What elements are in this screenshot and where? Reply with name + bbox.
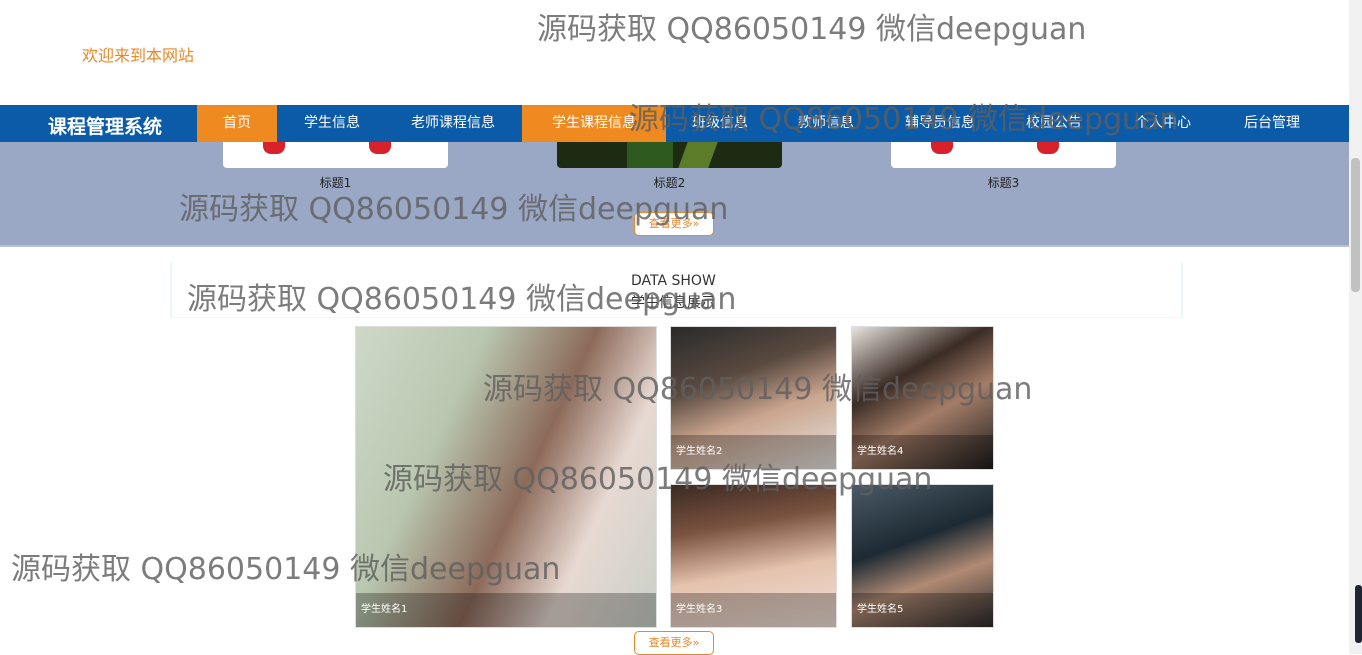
nav-item-teacher-courses[interactable]: 老师课程信息 xyxy=(399,105,507,142)
card-image-decoration xyxy=(627,142,673,168)
welcome-text: 欢迎来到本网站 xyxy=(82,46,195,65)
nav-item-students[interactable]: 学生信息 xyxy=(288,105,376,142)
floating-widget[interactable] xyxy=(1355,585,1362,643)
section-title-cn: 学生信息展示 xyxy=(631,295,715,311)
student-name: 学生姓名5 xyxy=(852,593,993,627)
nav-item-classes[interactable]: 班级信息 xyxy=(680,105,760,142)
student-name: 学生姓名1 xyxy=(356,593,656,627)
section-title-en: DATA SHOW xyxy=(631,273,716,289)
news-section: 标题1 标题2 标题3 查看更多» xyxy=(0,142,1349,247)
student-name: 学生姓名3 xyxy=(671,593,836,627)
nav-item-admin[interactable]: 后台管理 xyxy=(1232,105,1312,142)
nav-item-teachers[interactable]: 教师信息 xyxy=(786,105,866,142)
news-card-2[interactable] xyxy=(557,142,782,168)
student-name: 学生姓名4 xyxy=(852,435,993,469)
news-card-1[interactable] xyxy=(223,142,448,168)
card-image-decoration xyxy=(263,142,285,154)
news-card-title: 标题1 xyxy=(319,176,352,190)
card-image-decoration xyxy=(369,142,391,154)
news-card-3[interactable] xyxy=(891,142,1116,168)
site-brand: 课程管理系统 xyxy=(48,116,163,138)
students-more-button[interactable]: 查看更多» xyxy=(634,631,714,655)
top-header: 欢迎来到本网站 xyxy=(0,0,1349,105)
nav-item-announcements[interactable]: 校园公告 xyxy=(1014,105,1094,142)
student-name: 学生姓名2 xyxy=(671,435,836,469)
page-scrollbar[interactable] xyxy=(1349,0,1362,654)
student-photo-3[interactable]: 学生姓名3 xyxy=(670,484,837,628)
card-image-decoration xyxy=(931,142,953,154)
student-photo-4[interactable]: 学生姓名4 xyxy=(851,326,994,470)
nav-item-home[interactable]: 首页 xyxy=(197,105,277,142)
student-photo-1[interactable]: 学生姓名1 xyxy=(355,326,657,628)
news-card-title: 标题2 xyxy=(653,176,686,190)
nav-item-student-courses[interactable]: 学生课程信息 xyxy=(522,105,666,142)
news-card-title: 标题3 xyxy=(987,176,1020,190)
news-more-button[interactable]: 查看更多» xyxy=(634,212,714,236)
student-photo-2[interactable]: 学生姓名2 xyxy=(670,326,837,470)
student-photo-5[interactable]: 学生姓名5 xyxy=(851,484,994,628)
nav-item-profile[interactable]: 个人中心 xyxy=(1123,105,1203,142)
card-image-decoration xyxy=(1037,142,1059,154)
main-navbar: 课程管理系统 首页 学生信息 老师课程信息 学生课程信息 班级信息 教师信息 辅… xyxy=(0,105,1349,142)
scrollbar-thumb[interactable] xyxy=(1351,158,1360,292)
nav-item-counselors[interactable]: 辅导员信息 xyxy=(896,105,984,142)
card-image-decoration xyxy=(678,142,718,168)
